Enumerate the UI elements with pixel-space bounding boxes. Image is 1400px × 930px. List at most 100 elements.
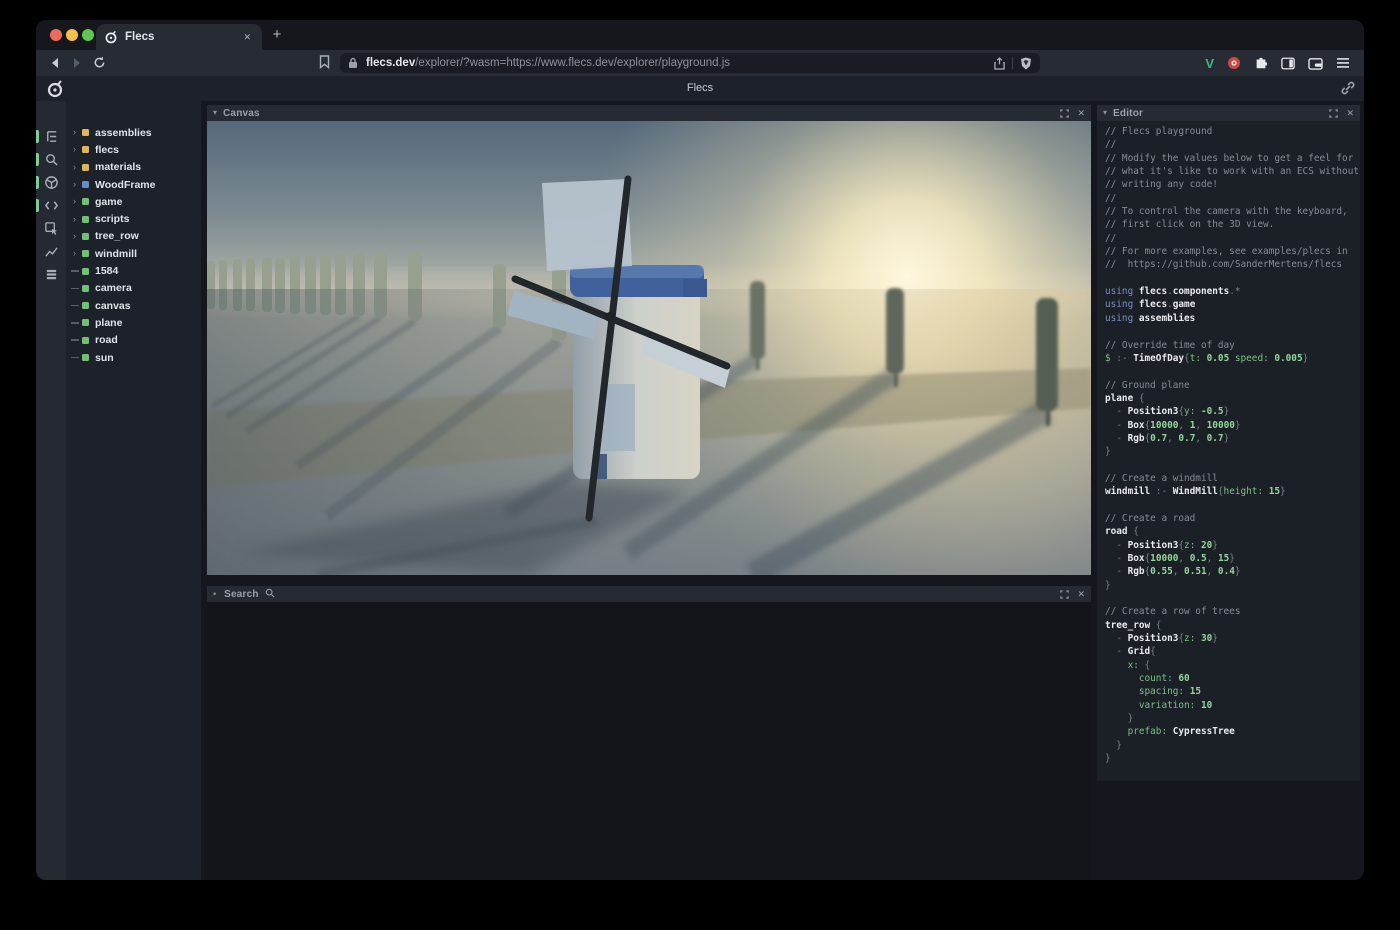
search-results-area[interactable] <box>207 602 1091 880</box>
expand-chevron-icon[interactable]: › <box>73 232 82 241</box>
active-panel-indicator <box>36 153 39 166</box>
panel-state-dot[interactable]: • <box>213 590 216 598</box>
collapse-chevron-icon[interactable]: ▾ <box>213 109 217 117</box>
expand-chevron-icon[interactable]: › <box>73 128 82 137</box>
expand-chevron-icon[interactable]: › <box>73 145 82 154</box>
activity-queries-icon[interactable] <box>36 263 66 286</box>
fullscreen-icon[interactable] <box>1060 109 1069 118</box>
stats-icon <box>44 244 59 259</box>
activity-bar <box>36 101 66 880</box>
activity-inspect-icon[interactable] <box>36 217 66 240</box>
red-extension-icon[interactable] <box>1227 56 1241 70</box>
minimize-window-button[interactable] <box>66 29 78 41</box>
vue-devtools-icon[interactable]: V <box>1205 56 1214 71</box>
entity-label: road <box>95 334 118 346</box>
tab-title: Flecs <box>125 31 240 43</box>
address-bar[interactable]: flecs.dev/explorer/?wasm=https://www.fle… <box>340 53 1040 73</box>
permalink-icon[interactable] <box>1341 81 1355 95</box>
activity-entity-tree-icon[interactable] <box>36 125 66 148</box>
back-button[interactable] <box>44 54 66 72</box>
collapse-chevron-icon[interactable]: ▾ <box>1103 109 1107 117</box>
code-line <box>1105 592 1360 605</box>
code-line: using assemblies <box>1105 312 1360 325</box>
tree-item-sun[interactable]: sun <box>66 349 201 366</box>
entity-kind-swatch <box>82 268 89 275</box>
tree-item-assemblies[interactable]: › assemblies <box>66 124 201 141</box>
code-line <box>1105 365 1360 378</box>
code-line: plane { <box>1105 392 1360 405</box>
entity-kind-swatch <box>82 216 89 223</box>
entity-label: scripts <box>95 213 129 225</box>
tree-item-plane[interactable]: plane <box>66 314 201 331</box>
canvas-panel: ▾ Canvas ✕ <box>207 105 1091 575</box>
entity-label: plane <box>95 317 122 329</box>
share-icon[interactable] <box>994 57 1005 70</box>
extensions-puzzle-icon[interactable] <box>1254 56 1268 70</box>
tree-item-1584[interactable]: 1584 <box>66 262 201 279</box>
brave-shield-icon[interactable] <box>1020 57 1032 70</box>
browser-tab[interactable]: Flecs ✕ <box>96 24 262 50</box>
leaf-dash-icon <box>73 305 82 307</box>
code-line: } <box>1105 712 1360 725</box>
expand-chevron-icon[interactable]: › <box>73 163 82 172</box>
tree-item-camera[interactable]: camera <box>66 280 201 297</box>
activity-code-editor-icon[interactable] <box>36 194 66 217</box>
tab-close-icon[interactable]: ✕ <box>240 30 254 45</box>
code-line: // writing any code! <box>1105 178 1360 191</box>
entity-tree-icon <box>44 129 59 144</box>
code-line: count: 60 <box>1105 672 1360 685</box>
expand-chevron-icon[interactable]: › <box>73 249 82 258</box>
expand-chevron-icon[interactable]: › <box>73 197 82 206</box>
new-tab-button[interactable]: + <box>268 26 286 44</box>
tree-item-canvas[interactable]: canvas <box>66 297 201 314</box>
entity-label: assemblies <box>95 127 152 139</box>
tree-item-materials[interactable]: ›materials <box>66 159 201 176</box>
code-line: using flecs.game <box>1105 298 1360 311</box>
close-panel-icon[interactable]: ✕ <box>1346 108 1354 119</box>
tree-item-WoodFrame[interactable]: ›WoodFrame <box>66 176 201 193</box>
tree-item-flecs[interactable]: ›flecs <box>66 141 201 158</box>
close-panel-icon[interactable]: ✕ <box>1077 108 1085 119</box>
code-line: prefab: CypressTree <box>1105 725 1360 738</box>
fullscreen-icon[interactable] <box>1329 109 1338 118</box>
entity-kind-swatch <box>82 285 89 292</box>
reload-button[interactable] <box>88 54 110 72</box>
forward-button[interactable] <box>66 54 88 72</box>
expand-chevron-icon[interactable]: › <box>73 215 82 224</box>
code-line <box>1105 325 1360 338</box>
activity-search-icon[interactable] <box>36 148 66 171</box>
editor-panel-title: Editor <box>1113 108 1143 119</box>
close-panel-icon[interactable]: ✕ <box>1077 589 1085 600</box>
tree-item-tree_row[interactable]: ›tree_row <box>66 228 201 245</box>
tree-item-road[interactable]: road <box>66 332 201 349</box>
bookmark-icon[interactable] <box>319 55 330 74</box>
expand-chevron-icon[interactable]: › <box>73 180 82 189</box>
close-window-button[interactable] <box>50 29 62 41</box>
entity-kind-swatch <box>82 354 89 361</box>
main-area: ▾ Canvas ✕ <box>201 101 1364 880</box>
code-editor[interactable]: // Flecs playground//// Modify the value… <box>1097 121 1360 781</box>
side-panel-icon[interactable] <box>1281 57 1295 70</box>
leaf-dash-icon <box>73 270 82 272</box>
fullscreen-icon[interactable] <box>1060 590 1069 599</box>
activity-stats-icon[interactable] <box>36 240 66 263</box>
zoom-window-button[interactable] <box>82 29 94 41</box>
wallet-icon[interactable] <box>1308 57 1323 70</box>
leaf-dash-icon <box>73 322 82 324</box>
code-line: // <box>1105 232 1360 245</box>
code-line: // Flecs playground <box>1105 125 1360 138</box>
tree-item-game[interactable]: ›game <box>66 193 201 210</box>
tree-item-scripts[interactable]: › scripts <box>66 210 201 227</box>
activity-canvas-3d-icon[interactable] <box>36 171 66 194</box>
code-line: tree_row { <box>1105 619 1360 632</box>
desktop-background: Flecs ✕ + flecs.dev/explorer/?wasm=https… <box>0 0 1400 930</box>
hamburger-menu-icon[interactable] <box>1336 57 1350 69</box>
canvas-3d-view[interactable] <box>207 121 1091 575</box>
entity-kind-swatch <box>82 337 89 344</box>
code-line <box>1105 272 1360 285</box>
entity-label: canvas <box>95 300 131 312</box>
app-title: Flecs <box>36 76 1364 101</box>
code-line: // To control the camera with the keyboa… <box>1105 205 1360 218</box>
leaf-dash-icon <box>73 288 82 290</box>
tree-item-windmill[interactable]: ›windmill <box>66 245 201 262</box>
